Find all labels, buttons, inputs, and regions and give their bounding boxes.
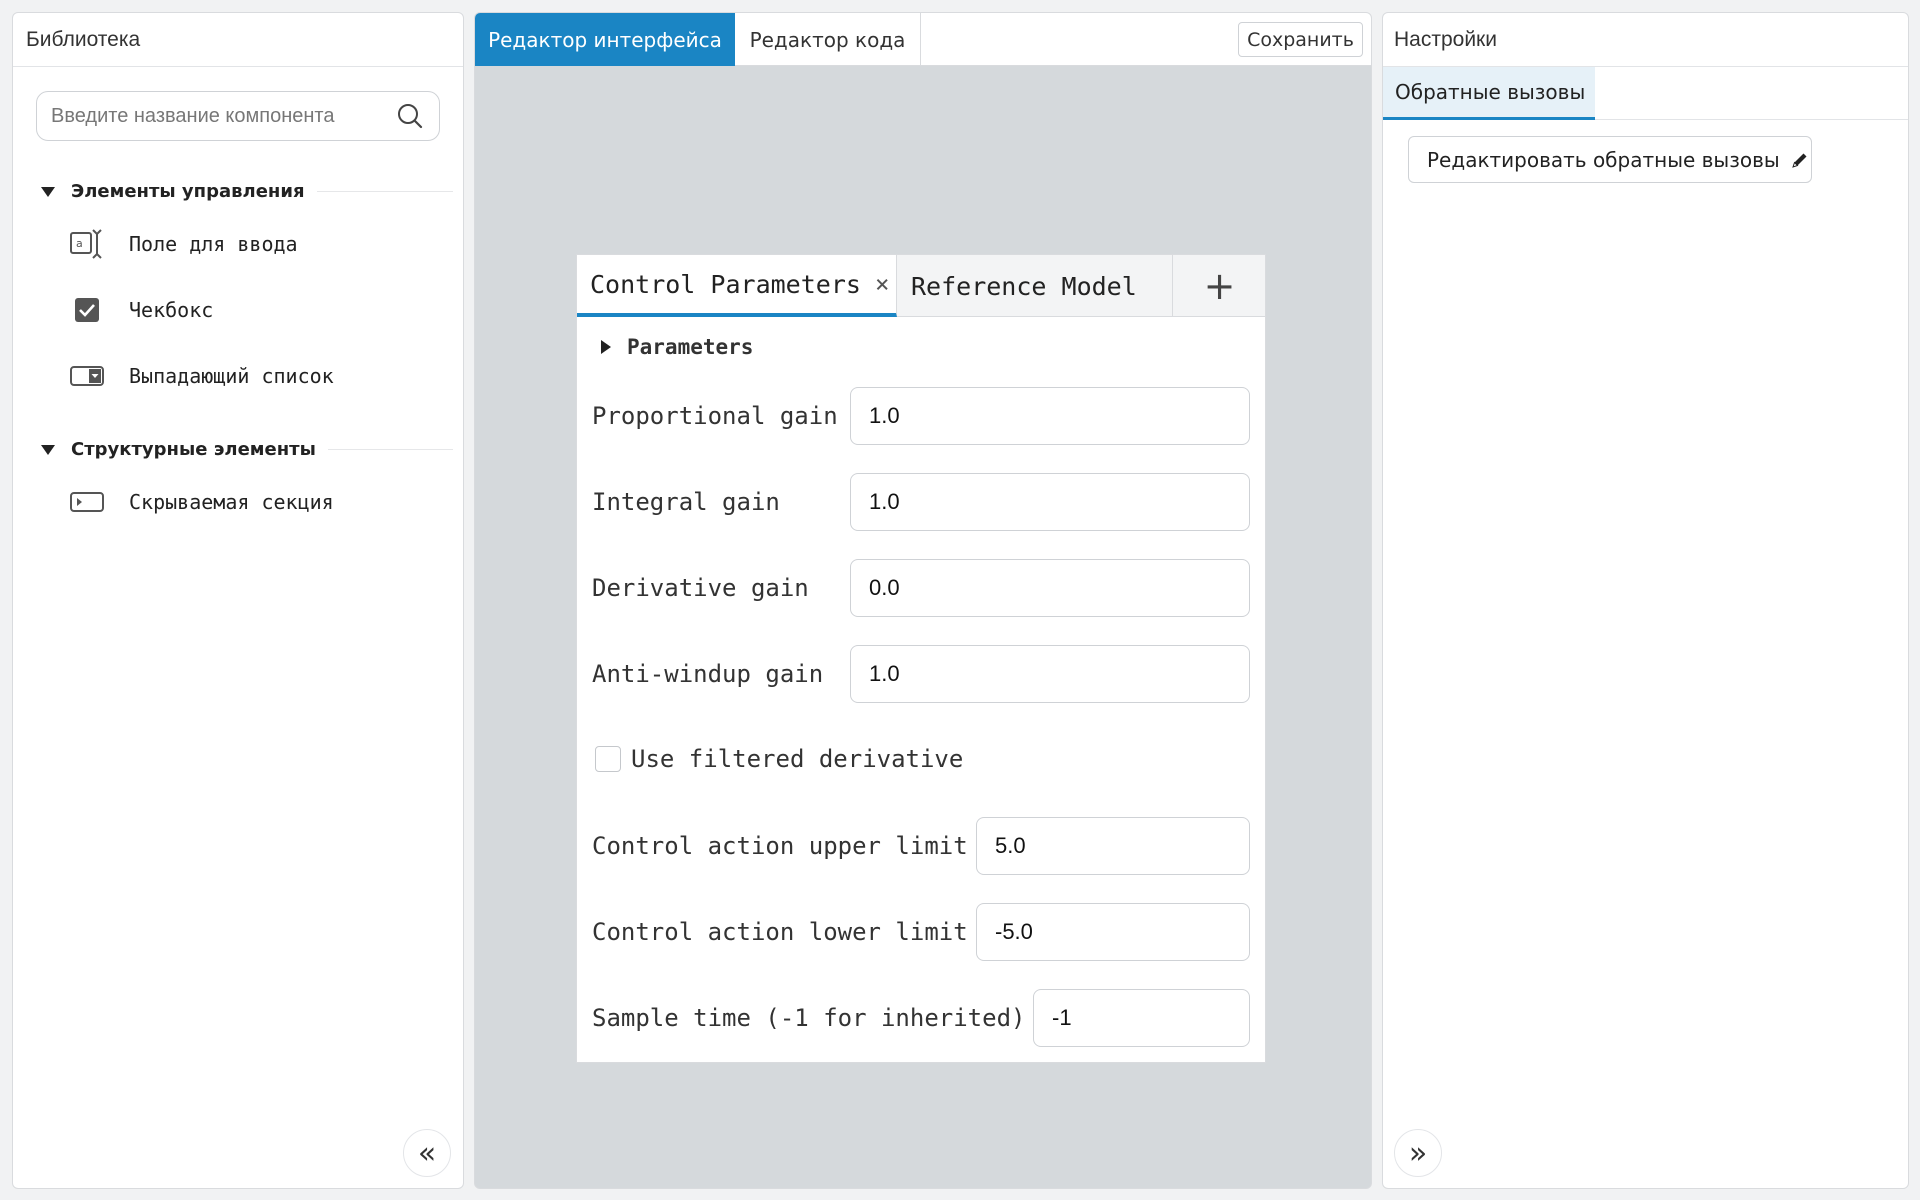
- search-input[interactable]: [51, 104, 395, 128]
- field-label: Integral gain: [592, 488, 780, 516]
- library-title: Библиотека: [13, 13, 463, 67]
- library-item-label: Скрываемая секция: [129, 490, 334, 514]
- section-title: Parameters: [627, 335, 754, 359]
- add-tab-button[interactable]: +: [1173, 255, 1266, 317]
- tab-label: Control Parameters: [590, 269, 861, 299]
- preview-tabbar: Control Parameters × Reference Model +: [577, 255, 1265, 317]
- tab-label: Reference Model: [911, 271, 1137, 301]
- expand-triangle-icon: [41, 444, 55, 455]
- proportional-gain-input[interactable]: [850, 387, 1250, 445]
- field-upper-limit: Control action upper limit: [592, 817, 968, 875]
- library-item-dropdown[interactable]: Выпадающий список: [69, 354, 449, 398]
- tab-reference-model[interactable]: Reference Model: [897, 255, 1173, 317]
- edit-callbacks-label: Редактировать обратные вызовы: [1427, 147, 1780, 172]
- library-item-label: Выпадающий список: [129, 364, 334, 388]
- field-integral-gain: Integral gain: [592, 473, 780, 531]
- editor-tabbar: Редактор интерфейса Редактор кода Сохран…: [475, 13, 1371, 66]
- svg-text:a: a: [76, 237, 83, 250]
- sample-time-input[interactable]: [1033, 989, 1250, 1047]
- dropdown-icon: [69, 360, 105, 392]
- collapsible-section-icon: [69, 486, 105, 518]
- expand-triangle-icon: [601, 340, 611, 354]
- integral-gain-input[interactable]: [850, 473, 1250, 531]
- library-item-label: Чекбокс: [129, 298, 214, 322]
- close-icon[interactable]: ×: [875, 270, 889, 298]
- pencil-icon: [1791, 153, 1807, 168]
- field-anti-windup-gain: Anti-windup gain: [592, 645, 823, 703]
- field-label: Sample time (-1 for inherited): [592, 1004, 1026, 1032]
- field-label: Control action upper limit: [592, 832, 968, 860]
- save-button[interactable]: Сохранить: [1238, 22, 1363, 57]
- expand-triangle-icon: [41, 186, 55, 197]
- library-item-text-field[interactable]: a Поле для ввода: [69, 222, 449, 266]
- checkbox-label: Use filtered derivative: [631, 745, 964, 773]
- field-proportional-gain: Proportional gain: [592, 387, 838, 445]
- settings-tabbar: Обратные вызовы: [1383, 67, 1908, 120]
- text-field-icon: a: [69, 228, 105, 260]
- library-panel: Библиотека Элементы управления a Поле дл…: [12, 12, 464, 1189]
- group-controls-label: Элементы управления: [71, 181, 305, 202]
- lower-limit-input[interactable]: [976, 903, 1250, 961]
- parameters-section-header[interactable]: Parameters: [601, 335, 753, 359]
- edit-callbacks-button[interactable]: Редактировать обратные вызовы: [1408, 136, 1812, 183]
- library-item-label: Поле для ввода: [129, 232, 298, 256]
- expand-settings-button[interactable]: »: [1394, 1129, 1442, 1177]
- field-sample-time: Sample time (-1 for inherited): [592, 989, 1025, 1047]
- tab-callbacks[interactable]: Обратные вызовы: [1383, 67, 1595, 120]
- settings-panel: Настройки Обратные вызовы Редактировать …: [1382, 12, 1909, 1189]
- anti-windup-gain-input[interactable]: [850, 645, 1250, 703]
- field-label: Derivative gain: [592, 574, 809, 602]
- filtered-derivative-checkbox-row[interactable]: Use filtered derivative: [595, 745, 963, 773]
- tab-ui-editor[interactable]: Редактор интерфейса: [475, 13, 735, 66]
- field-label: Control action lower limit: [592, 918, 968, 946]
- group-structural-label: Структурные элементы: [71, 439, 316, 460]
- library-item-checkbox[interactable]: Чекбокс: [69, 288, 449, 332]
- checkbox-icon: [69, 294, 105, 326]
- upper-limit-input[interactable]: [976, 817, 1250, 875]
- collapse-library-button[interactable]: «: [403, 1129, 451, 1177]
- component-search[interactable]: [36, 91, 440, 141]
- field-derivative-gain: Derivative gain: [592, 559, 809, 617]
- field-label: Proportional gain: [592, 402, 838, 430]
- group-controls[interactable]: Элементы управления: [41, 181, 453, 202]
- field-label: Anti-windup gain: [592, 660, 824, 688]
- tab-control-parameters[interactable]: Control Parameters ×: [577, 255, 897, 317]
- settings-title: Настройки: [1383, 13, 1908, 67]
- field-lower-limit: Control action lower limit: [592, 903, 968, 961]
- library-item-collapsible-section[interactable]: Скрываемая секция: [69, 480, 449, 524]
- tab-code-editor[interactable]: Редактор кода: [735, 13, 921, 66]
- group-structural[interactable]: Структурные элементы: [41, 439, 453, 460]
- filtered-derivative-checkbox[interactable]: [595, 746, 621, 772]
- ui-preview-card: Control Parameters × Reference Model + P…: [576, 254, 1266, 1063]
- search-icon[interactable]: [395, 101, 425, 131]
- derivative-gain-input[interactable]: [850, 559, 1250, 617]
